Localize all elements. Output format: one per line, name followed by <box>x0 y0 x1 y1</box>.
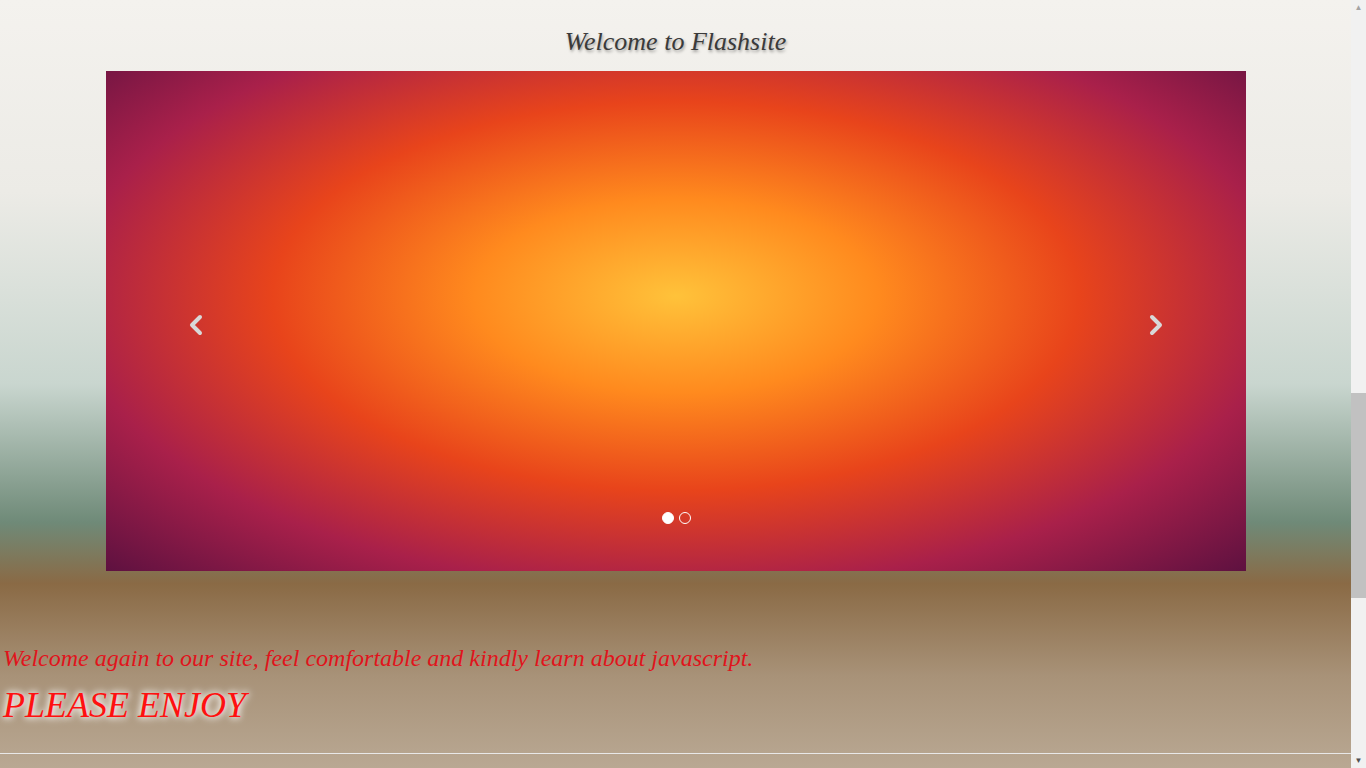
page-body: Welcome to Flashsite Welcome again to our… <box>0 0 1351 768</box>
carousel-indicators <box>106 512 1246 524</box>
tagline: PLEASE ENJOY <box>0 683 1351 727</box>
scroll-thumb[interactable] <box>1351 393 1366 598</box>
chevron-left-icon <box>180 309 212 341</box>
divider <box>0 753 1351 754</box>
scrollbar[interactable]: ▲▼ <box>1351 0 1366 768</box>
carousel-indicator[interactable] <box>662 512 674 524</box>
scroll-track <box>1351 15 1366 753</box>
scroll-up-icon[interactable]: ▲ <box>1355 0 1363 15</box>
next-button[interactable] <box>1140 309 1172 341</box>
welcome-text: Welcome again to our site, feel comforta… <box>0 642 1351 674</box>
title-bar: Welcome to Flashsite <box>0 0 1351 71</box>
carousel-indicator[interactable] <box>679 512 691 524</box>
carousel[interactable] <box>106 71 1246 571</box>
scroll-down-icon[interactable]: ▼ <box>1355 753 1363 768</box>
previous-button[interactable] <box>180 309 212 341</box>
chevron-right-icon <box>1140 309 1172 341</box>
site-title: Welcome to Flashsite <box>565 24 786 71</box>
page: Welcome to Flashsite Welcome again to our… <box>0 0 1366 768</box>
